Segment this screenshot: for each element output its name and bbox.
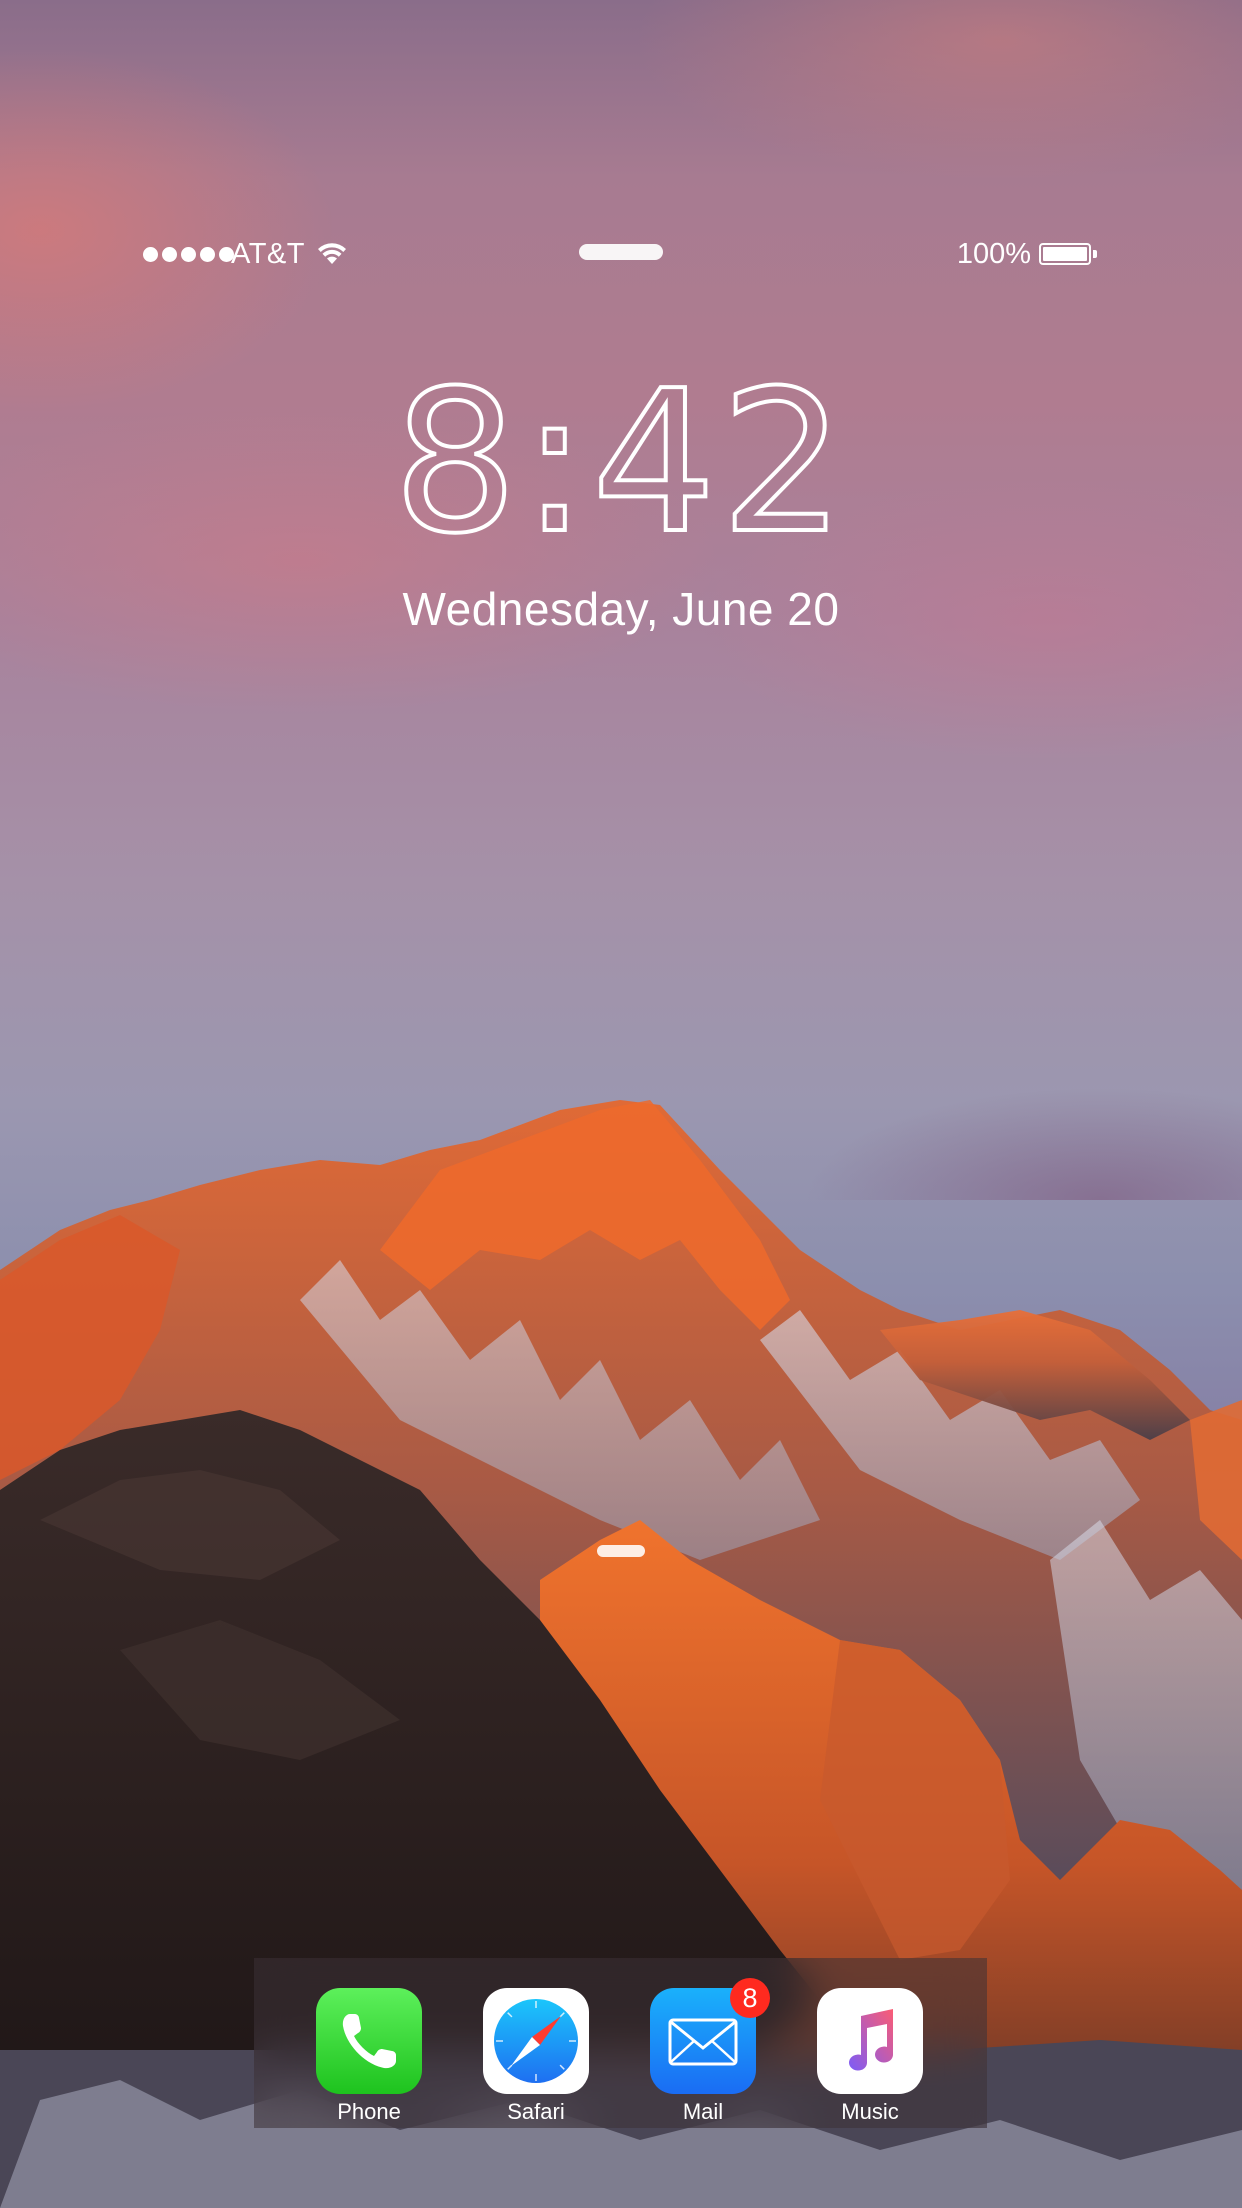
today-view-grabber[interactable] bbox=[597, 1545, 645, 1557]
dock-app-music[interactable]: Music bbox=[817, 1988, 923, 2125]
notification-center-grabber[interactable] bbox=[579, 244, 663, 260]
lock-clock-time: 8:42 bbox=[393, 370, 849, 550]
battery-percentage: 100% bbox=[956, 238, 1031, 270]
dock-app-label: Music bbox=[841, 2099, 899, 2124]
dock-app-label: Safari bbox=[507, 2099, 565, 2124]
dock-app-mail[interactable]: 8 Mail bbox=[650, 1978, 770, 2125]
lock-clock: 8:42 bbox=[391, 370, 849, 550]
dock-app-label: Mail bbox=[682, 2099, 724, 2124]
lock-date: Wednesday, June 20 bbox=[402, 583, 840, 635]
carrier-name: AT&T bbox=[231, 238, 305, 270]
phone-icon[interactable] bbox=[316, 1988, 422, 2094]
wallpaper-mountains bbox=[0, 1100, 1242, 2208]
dock-app-phone[interactable]: Phone bbox=[316, 1988, 422, 2125]
wifi-icon bbox=[316, 240, 348, 271]
dock-app-label: Phone bbox=[337, 2099, 401, 2124]
dock-app-safari[interactable]: Safari bbox=[483, 1988, 589, 2125]
safari-icon[interactable] bbox=[483, 1988, 589, 2094]
mail-icon[interactable]: 8 bbox=[650, 1978, 770, 2094]
dock: Phone Safari 8 Mail Music bbox=[254, 1958, 987, 2128]
mail-badge: 8 bbox=[730, 1978, 770, 2018]
signal-strength-icon bbox=[143, 247, 234, 262]
music-icon[interactable] bbox=[817, 1988, 923, 2094]
lock-screen: AT&T 100% 8:42 Wednesday, June 20 Phone bbox=[0, 0, 1242, 2208]
battery-icon bbox=[1039, 243, 1091, 265]
battery-tip bbox=[1093, 250, 1097, 258]
status-bar: AT&T 100% bbox=[0, 232, 1242, 278]
